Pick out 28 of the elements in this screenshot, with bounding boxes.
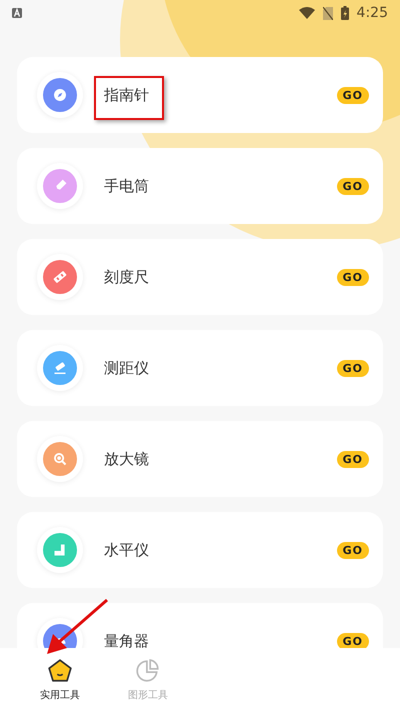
- tool-card[interactable]: 水平仪 GO: [17, 512, 383, 588]
- wifi-icon: [298, 7, 315, 19]
- go-button[interactable]: GO: [336, 86, 369, 104]
- tool-card[interactable]: 手电筒 GO: [17, 148, 383, 224]
- highlight-box: [94, 76, 164, 120]
- tool-card[interactable]: 测距仪 GO: [17, 330, 383, 406]
- tool-card[interactable]: 量角器 GO: [17, 603, 383, 648]
- tool-name: 指南针: [104, 86, 149, 104]
- tool-name: 量角器: [104, 632, 149, 648]
- nav-tab[interactable]: 实用工具: [16, 648, 104, 711]
- tool-name: 刻度尺: [104, 268, 149, 286]
- pentagon-icon: [47, 658, 73, 684]
- notification-icon: [12, 8, 22, 18]
- go-button[interactable]: GO: [336, 632, 369, 648]
- go-button[interactable]: GO: [336, 360, 369, 376]
- tool-name: 测距仪: [104, 358, 149, 378]
- tool-name: 手电筒: [104, 176, 149, 196]
- tool-card[interactable]: 放大镜 GO: [17, 421, 383, 497]
- go-button[interactable]: GO: [336, 268, 369, 286]
- tool-card[interactable]: 指南针 GO: [17, 57, 383, 133]
- status-time: 4:25: [356, 5, 388, 21]
- go-button[interactable]: GO: [336, 450, 369, 468]
- go-button[interactable]: GO: [336, 178, 369, 194]
- tool-name: 水平仪: [104, 540, 149, 560]
- pie-chart-icon: [135, 658, 161, 684]
- tool-card[interactable]: 刻度尺 GO: [17, 239, 383, 315]
- tool-name: 放大镜: [104, 450, 149, 468]
- go-button[interactable]: GO: [336, 542, 369, 558]
